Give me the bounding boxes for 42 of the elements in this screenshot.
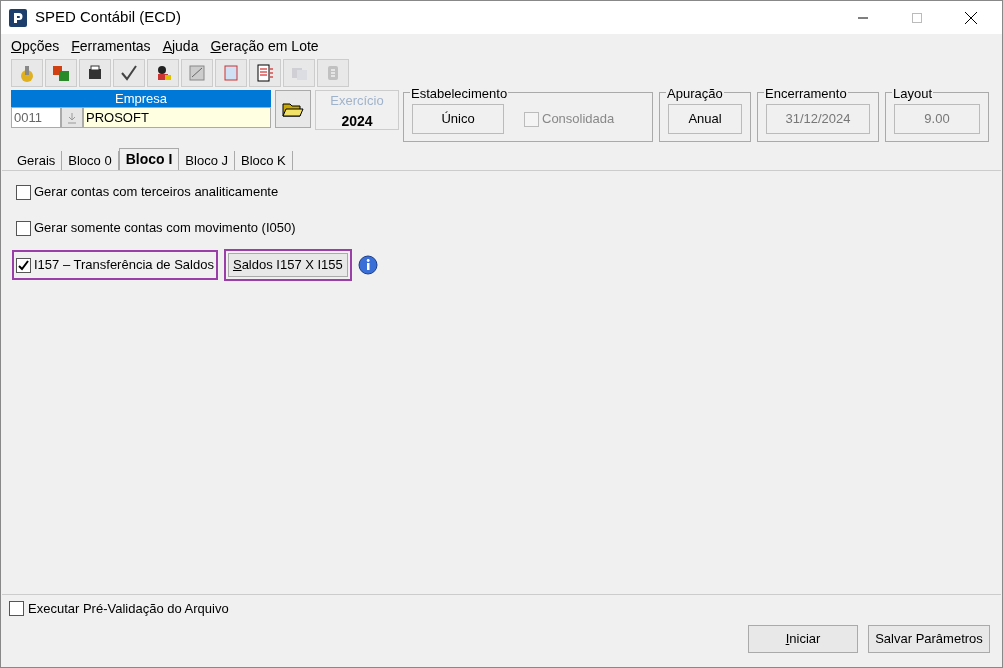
checkbox-option[interactable]: Gerar somente contas com movimento (I050) — [12, 213, 300, 243]
folder-icon — [282, 100, 304, 118]
value-display: 9.00 — [894, 104, 980, 134]
checkbox[interactable] — [9, 601, 24, 617]
close-icon — [965, 11, 977, 24]
checkbox-option[interactable]: I157 – Transferência de Saldos — [12, 250, 218, 280]
toolbar-icon — [221, 63, 241, 83]
toolbar-icon — [187, 63, 207, 83]
maximize-icon — [912, 12, 922, 23]
app-logo-icon — [9, 8, 27, 27]
value-display: Anual — [668, 104, 742, 134]
company-code-field[interactable]: 0011 — [11, 107, 61, 128]
menu-item[interactable]: Ajuda — [156, 35, 205, 57]
tab[interactable]: Bloco I — [118, 148, 180, 170]
menu-item[interactable]: Ferramentas — [65, 35, 157, 57]
exercicio-value: 2024 — [341, 111, 373, 131]
menu-item[interactable]: Opções — [5, 35, 66, 57]
checkbox[interactable] — [16, 184, 31, 200]
toolbar-icon — [51, 63, 71, 83]
save-parameters-button[interactable]: Salvar Parâmetros — [868, 624, 990, 653]
checkbox-label: Consolidada — [542, 110, 615, 129]
toolbar-icon — [119, 63, 139, 83]
empresa-header: Empresa — [11, 90, 271, 107]
checkbox[interactable] — [16, 257, 31, 273]
toolbar-button[interactable] — [79, 59, 111, 87]
toolbar-button[interactable] — [113, 59, 145, 87]
open-folder-button[interactable] — [275, 90, 311, 128]
checkbox[interactable] — [16, 220, 31, 236]
toolbar-icon — [255, 63, 275, 83]
info-icon[interactable] — [357, 255, 378, 275]
down-arrow-icon — [67, 111, 77, 124]
menu-item[interactable]: Geração em Lote — [204, 35, 325, 57]
checkbox-label: Executar Pré-Validação do Arquivo — [28, 600, 229, 618]
window-title: SPED Contábil (ECD) — [35, 7, 181, 28]
checkbox-option[interactable]: Gerar contas com terceiros analiticamente — [12, 177, 283, 207]
toolbar-button[interactable] — [147, 59, 179, 87]
value-display: 31/12/2024 — [766, 104, 870, 134]
start-button[interactable]: Iniciar — [748, 624, 858, 653]
saldos-button[interactable]: Saldos I157 X I155 — [227, 253, 348, 277]
company-name-field[interactable]: PROSOFT — [83, 107, 271, 128]
exercicio-label: Exercício — [330, 92, 384, 110]
value-display: Único — [412, 104, 504, 134]
